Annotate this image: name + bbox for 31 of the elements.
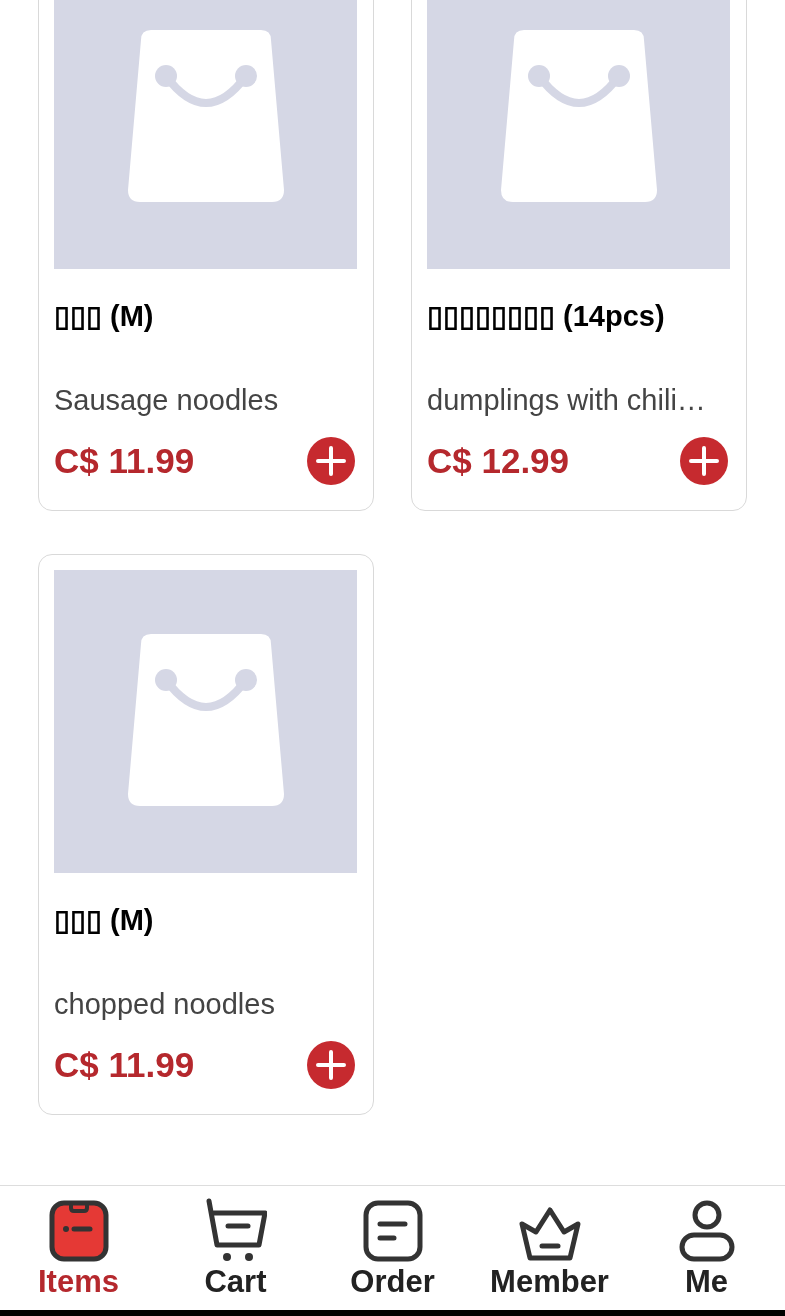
product-description: chopped noodles [54,987,276,1022]
add-button[interactable] [680,437,728,485]
product-card[interactable]: ▯▯▯▯▯▯▯▯ (14pcs) dumplings with chili… C$ 12.99 [411,0,747,511]
plus-icon [689,446,719,476]
tablet-icon [48,1200,109,1262]
product-title: ▯▯▯ (M) [54,299,155,334]
product-card[interactable]: ▯▯▯ (M) Sausage noodles C$ 11.99 [38,0,374,511]
user-icon [678,1200,735,1262]
plus-icon [316,446,346,476]
shopping-bag-icon [125,30,286,205]
crown-icon [517,1206,582,1262]
document-icon [362,1200,423,1262]
product-price: C$ 11.99 [54,1043,195,1086]
cart-icon [204,1198,267,1262]
add-button[interactable] [307,1041,355,1089]
product-card[interactable]: ▯▯▯ (M) chopped noodles C$ 11.99 [38,554,374,1115]
shopping-bag-icon [498,30,659,205]
tab[interactable]: Items [0,1186,157,1310]
tab[interactable]: Order [314,1186,471,1310]
product-description: dumplings with chili… [427,383,707,418]
tab[interactable]: Member [471,1186,628,1310]
add-button[interactable] [307,437,355,485]
product-price: C$ 12.99 [427,439,570,482]
product-price: C$ 11.99 [54,439,195,482]
plus-icon [316,1050,346,1080]
product-title: ▯▯▯▯▯▯▯▯ (14pcs) [427,299,666,334]
product-description: Sausage noodles [54,383,280,418]
shopping-bag-icon [125,634,286,809]
product-title: ▯▯▯ (M) [54,903,155,938]
tab[interactable]: Me [628,1186,785,1310]
tab[interactable]: Cart [157,1186,314,1310]
